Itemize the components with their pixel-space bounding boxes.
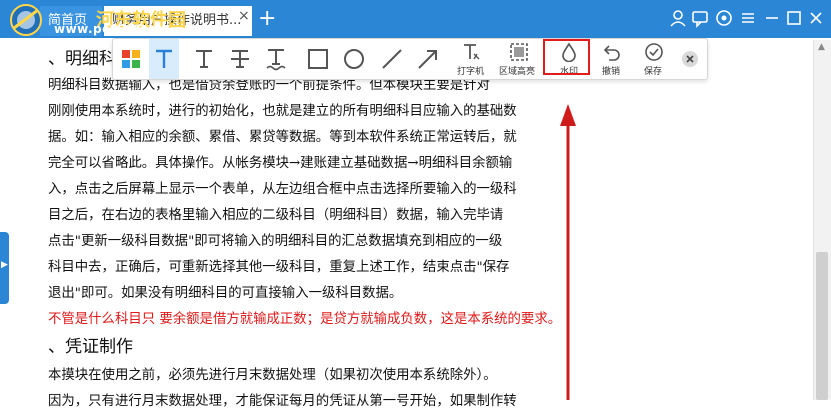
text-line: 因为，只有进行月末数据处理，才能保证每月的凭证从第一号开始，如果制作转 xyxy=(48,394,517,409)
text-icon xyxy=(156,49,172,68)
undo-icon xyxy=(603,45,620,61)
highlight-annotation-box xyxy=(543,39,590,75)
undo-label: 撤销 xyxy=(602,67,621,77)
text-line: 完全可以省略此。具体操作。从帐务模块→建账建立基础数据→明细科目余额输 xyxy=(48,156,513,171)
scroll-up-icon[interactable]: ▲ xyxy=(818,42,825,52)
text-line: 据。如：输入相应的余额、累借、累贷等数据。等到本软件系统正常运转后，就 xyxy=(48,130,517,145)
rectangle-tool-button[interactable] xyxy=(303,39,333,79)
save-button[interactable]: 保存 xyxy=(639,39,669,79)
sidebar-toggle[interactable]: ▶ xyxy=(0,232,9,304)
text-icon xyxy=(196,50,212,68)
text-line: 退出"即可。如果没有明细科目的可直接输入一级科目数据。 xyxy=(48,286,403,301)
chevron-right-icon: ▶ xyxy=(1,260,8,270)
save-label: 保存 xyxy=(644,67,663,77)
text-line: 刚刚使用本系统时，进行的初始化，也就是建立的所有明细科目应输入的基础数 xyxy=(48,104,517,119)
wavy-underline-icon xyxy=(266,49,286,71)
section-heading: 、明细科 xyxy=(48,49,116,69)
text-line: 本摸块在使用之前，必须先进行月末数据处理（如果初次使用本系统除外）。 xyxy=(48,368,497,383)
area-highlight-button[interactable]: 区域高亮 xyxy=(497,39,541,79)
typewriter-icon xyxy=(464,44,480,60)
text-line: 入，点击之后屏幕上显示一个表单，从左边组合框中点击选择所要输入的一级科 xyxy=(48,182,517,197)
watermark-url: www.pc0359.cn xyxy=(54,22,167,36)
warning-line: 不管是什么科目只 要余额是借方就输成正数；是贷方就输成负数，这是本系统的要求。 xyxy=(48,312,562,327)
menu-icon[interactable] xyxy=(738,8,758,28)
scrollbar-thumb[interactable] xyxy=(816,252,828,400)
close-icon[interactable] xyxy=(806,8,826,28)
text-line: 科目中去，正确后，可重新选择其他一级科目，重复上述工作，结束点击"保存 xyxy=(48,260,510,275)
wavy-underline-button[interactable] xyxy=(261,39,291,79)
text-line: 点击"更新一级科目数据"即可将输入的明细科目的汇总数据填充到相应的一级 xyxy=(48,234,503,249)
arrow-icon xyxy=(418,50,437,69)
user-icon[interactable] xyxy=(668,8,688,28)
checkmark-circle-icon xyxy=(645,43,663,61)
feedback-icon[interactable] xyxy=(690,8,710,28)
close-circle-icon xyxy=(682,51,698,67)
color-palette-icon xyxy=(122,50,140,68)
strikethrough-button[interactable] xyxy=(225,39,255,79)
typewriter-label: 打字机 xyxy=(457,67,485,77)
ellipse-tool-button[interactable] xyxy=(339,39,369,79)
tab-close-icon[interactable]: × xyxy=(238,8,250,24)
line-tool-button[interactable] xyxy=(377,39,407,79)
new-tab-button[interactable]: + xyxy=(258,6,276,32)
circle-icon xyxy=(344,49,364,69)
minimize-icon[interactable] xyxy=(762,8,782,28)
strikethrough-icon xyxy=(231,50,249,68)
annotation-toolbar: 打字机 区域高亮 水印 撤销 保存 xyxy=(112,38,708,80)
area-highlight-icon xyxy=(510,43,528,61)
text-tool-button[interactable] xyxy=(149,39,179,79)
site-logo-icon xyxy=(10,4,42,36)
text-bold-button[interactable] xyxy=(189,39,219,79)
line-icon xyxy=(382,49,402,69)
text-line: 目之后，在右边的表格里输入相应的二级科目（明细科目）数据，输入完毕请 xyxy=(48,208,504,223)
maximize-icon[interactable] xyxy=(784,8,804,28)
area-highlight-label: 区域高亮 xyxy=(499,67,536,77)
close-toolbar-button[interactable] xyxy=(679,39,701,79)
typewriter-button[interactable]: 打字机 xyxy=(453,39,489,79)
settings-icon[interactable] xyxy=(714,8,734,28)
arrow-tool-button[interactable] xyxy=(413,39,443,79)
rectangle-icon xyxy=(308,49,328,69)
color-picker-button[interactable] xyxy=(117,39,145,79)
undo-button[interactable]: 撤销 xyxy=(597,39,627,79)
section-heading: 、凭证制作 xyxy=(48,337,133,357)
